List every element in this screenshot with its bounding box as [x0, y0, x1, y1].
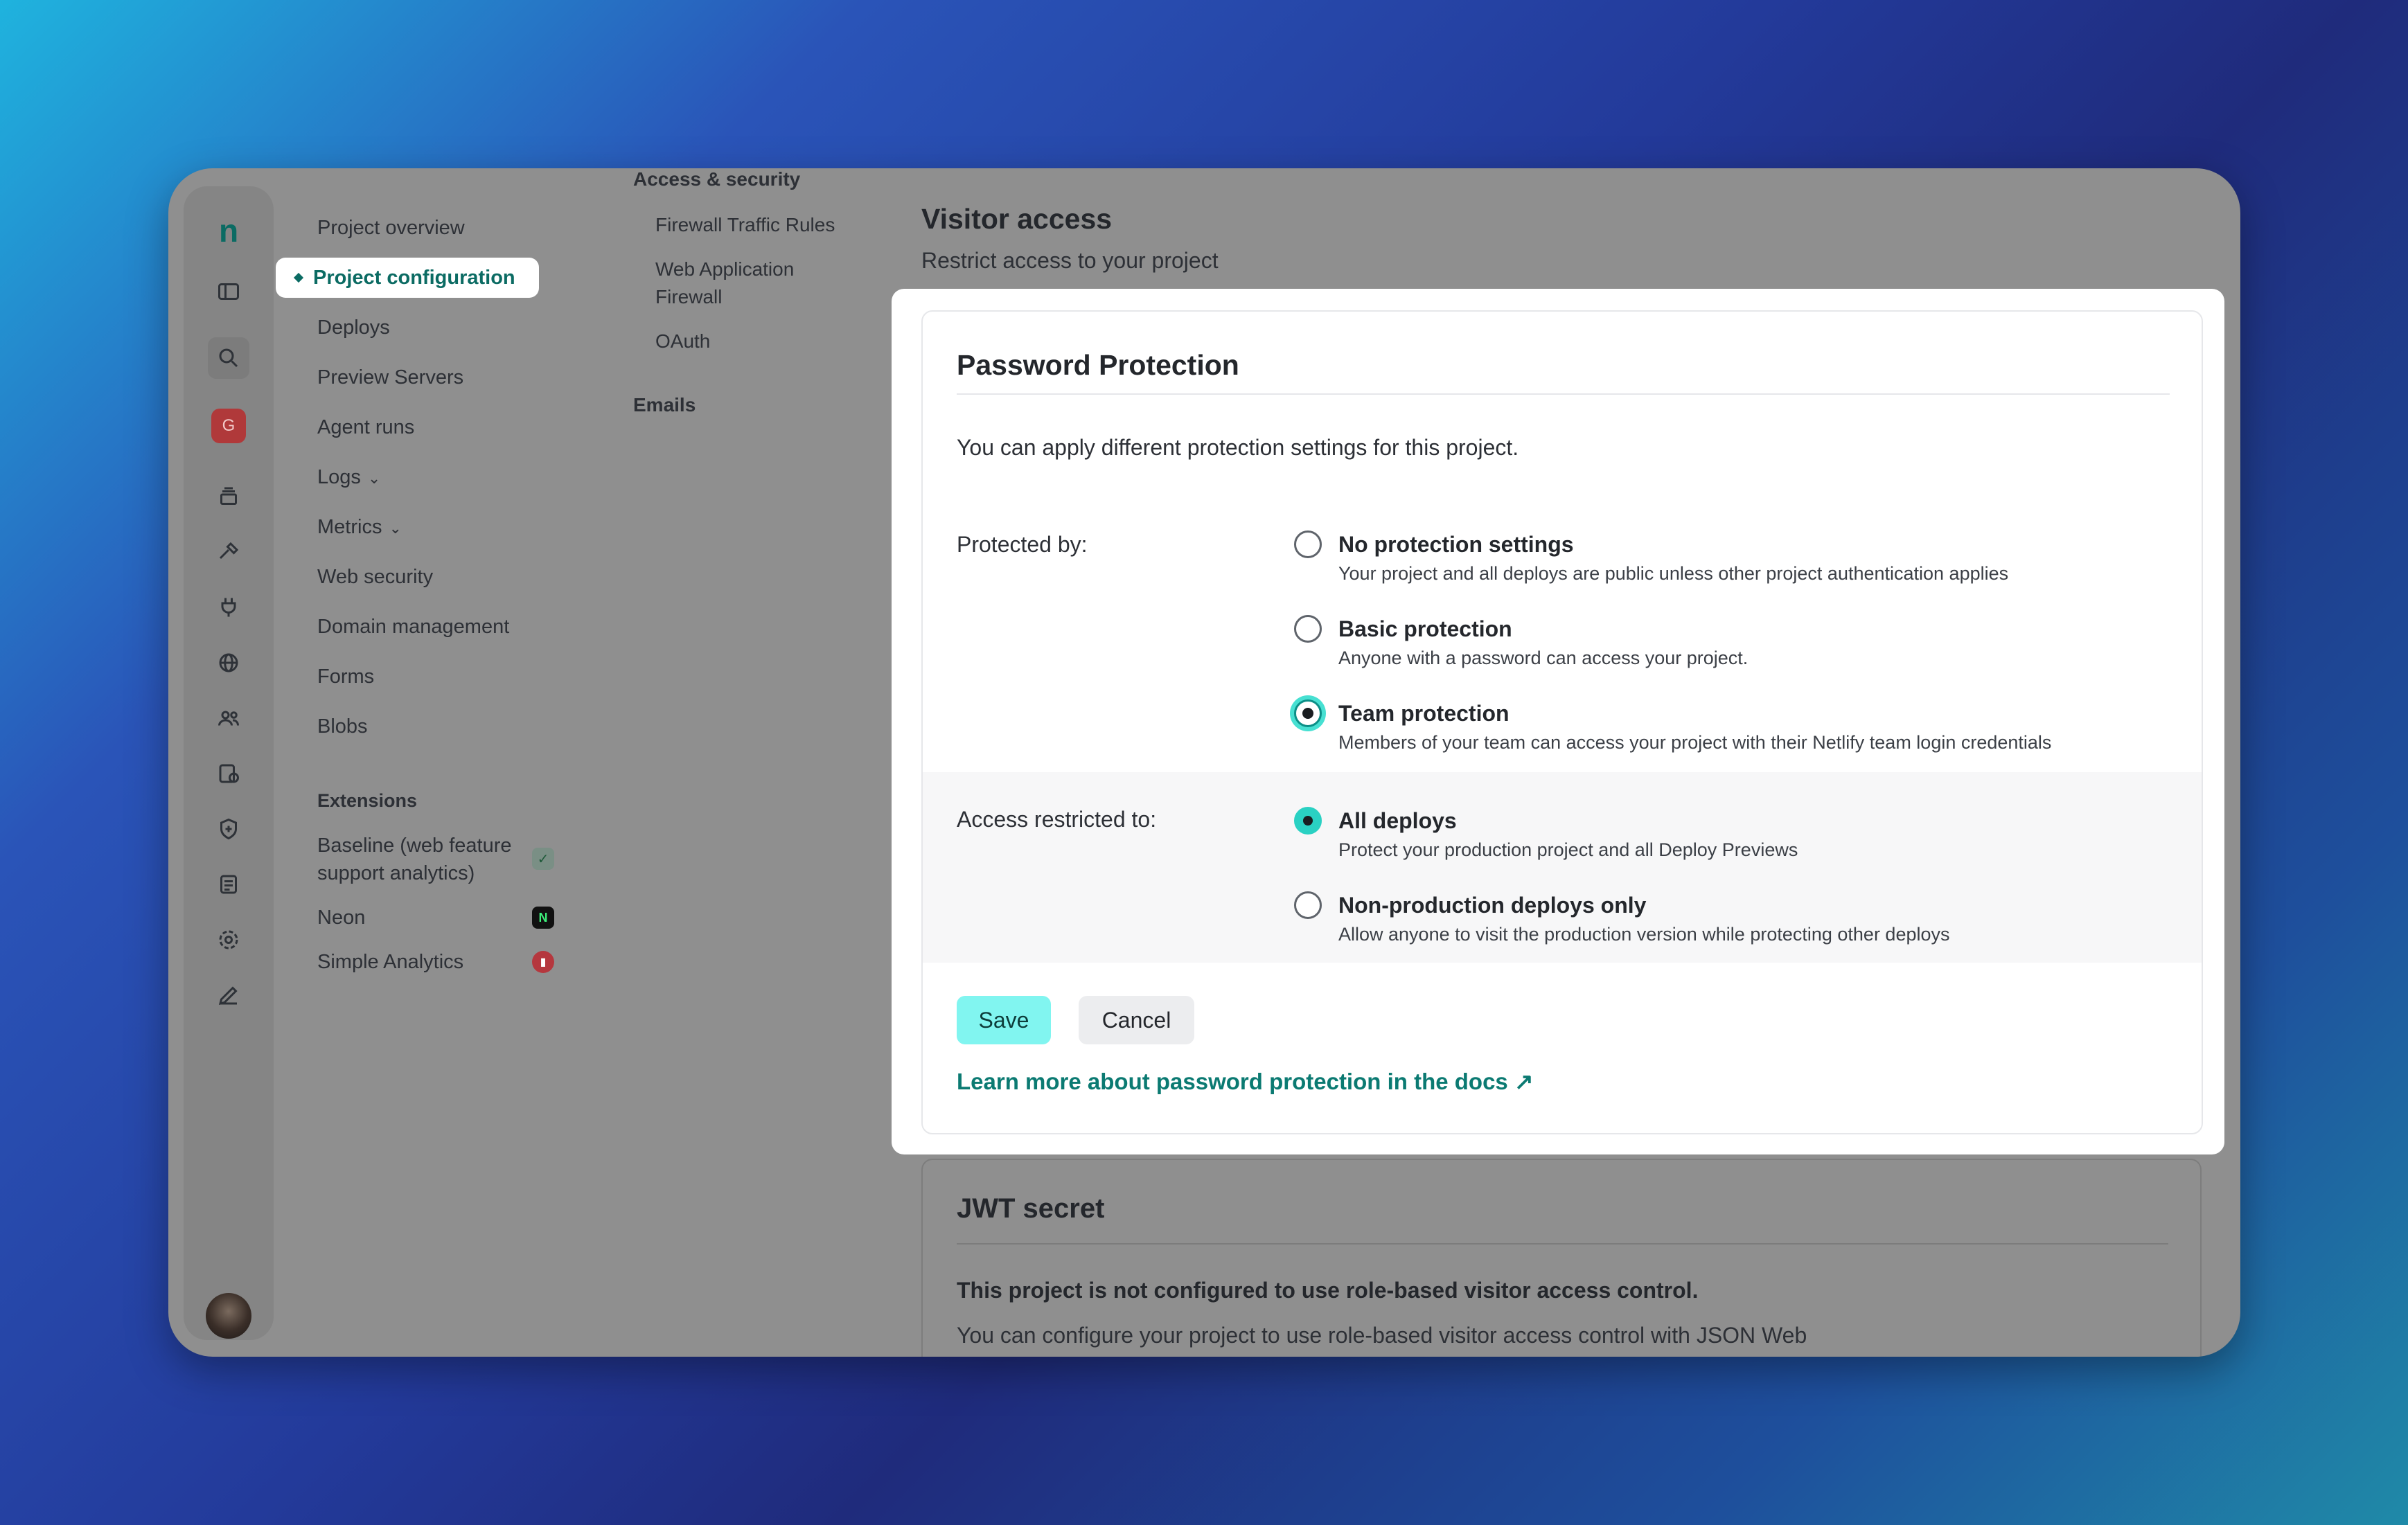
sidebar-toggle-icon[interactable]	[208, 271, 249, 312]
globe-icon[interactable]	[208, 642, 249, 684]
radio-basic-protection[interactable]: Basic protection Anyone with a password …	[1294, 615, 1748, 670]
section-emails[interactable]: Emails	[633, 394, 696, 416]
section-access-security: Access & security	[633, 168, 801, 190]
password-protection-modal: Password Protection You can apply differ…	[892, 289, 2224, 1154]
extension-simple-analytics[interactable]: Simple Analytics	[317, 948, 463, 976]
team-initial: G	[222, 416, 236, 435]
team-avatar[interactable]: G	[211, 409, 246, 443]
hammer-icon[interactable]	[208, 531, 249, 573]
neon-logo-icon: N	[532, 907, 554, 929]
users-icon[interactable]	[208, 697, 249, 739]
extensions-heading: Extensions	[317, 790, 418, 811]
chevron-down-icon: ⌄	[389, 519, 402, 537]
nav-metrics[interactable]: Metrics ⌄	[317, 516, 402, 539]
nav-deploys[interactable]: Deploys	[317, 316, 390, 339]
nav-web-security[interactable]: Web security	[317, 566, 433, 589]
radio-circle[interactable]	[1294, 530, 1322, 558]
nav-project-configuration[interactable]: Project configuration	[276, 258, 539, 298]
nav-logs[interactable]: Logs ⌄	[317, 466, 380, 489]
netlify-logo-icon[interactable]: n	[208, 210, 249, 251]
radio-circle-selected[interactable]	[1294, 699, 1322, 727]
option-description: Anyone with a password can access your p…	[1338, 648, 1749, 668]
modal-intro: You can apply different protection setti…	[957, 435, 1519, 460]
active-indicator-icon	[293, 272, 304, 283]
option-title: Basic protection	[1338, 616, 1512, 641]
chevron-down-icon: ⌄	[367, 470, 381, 487]
subnav-firewall-traffic-rules[interactable]: Firewall Traffic Rules	[655, 211, 835, 239]
divider	[957, 1243, 2168, 1245]
nav-domain-management[interactable]: Domain management	[317, 616, 509, 639]
divider	[957, 393, 2170, 395]
cancel-button[interactable]: Cancel	[1079, 996, 1194, 1044]
option-title: Non-production deploys only	[1338, 893, 1647, 918]
simple-analytics-logo-icon: ▮	[532, 951, 554, 973]
extension-baseline[interactable]: Baseline (web feature support analytics)	[317, 832, 525, 887]
radio-all-deploys[interactable]: All deploys Protect your production proj…	[1294, 807, 1798, 862]
option-title: All deploys	[1338, 808, 1457, 833]
jwt-description: You can configure your project to use ro…	[957, 1323, 1807, 1348]
protected-by-label: Protected by:	[957, 532, 1088, 557]
layers-icon[interactable]	[208, 476, 249, 517]
nav-forms[interactable]: Forms	[317, 666, 374, 688]
radio-circle[interactable]	[1294, 615, 1322, 643]
save-button[interactable]: Save	[957, 996, 1051, 1044]
plug-icon[interactable]	[208, 587, 249, 628]
option-description: Your project and all deploys are public …	[1338, 563, 2009, 584]
pencil-icon[interactable]	[208, 974, 249, 1016]
nav-logs-label: Logs	[317, 466, 361, 488]
jwt-title: JWT secret	[957, 1193, 1105, 1224]
radio-circle-selected[interactable]	[1294, 807, 1322, 835]
option-description: Protect your production project and all …	[1338, 839, 1798, 860]
option-title: Team protection	[1338, 701, 1510, 726]
app-window: n G Project overview Project configurati…	[168, 168, 2240, 1357]
subnav-web-application-firewall[interactable]: Web Application Firewall	[655, 256, 822, 311]
jwt-notice: This project is not configured to use ro…	[957, 1278, 1699, 1303]
access-restriction-section: Access restricted to: All deploys Protec…	[923, 772, 2202, 963]
radio-team-protection[interactable]: Team protection Members of your team can…	[1294, 699, 2051, 755]
jwt-secret-card: JWT secret This project is not configure…	[921, 1159, 2202, 1357]
radio-non-production[interactable]: Non-production deploys only Allow anyone…	[1294, 891, 1950, 947]
option-title: No protection settings	[1338, 532, 1574, 557]
shield-icon[interactable]	[208, 808, 249, 850]
icon-rail: n G	[184, 186, 274, 1340]
modal-title: Password Protection	[957, 349, 1239, 381]
nav-blobs[interactable]: Blobs	[317, 715, 368, 738]
nav-metrics-label: Metrics	[317, 516, 382, 538]
access-restricted-label: Access restricted to:	[957, 807, 1157, 832]
page-title: Visitor access	[921, 203, 1113, 235]
audit-log-icon[interactable]	[208, 864, 249, 905]
usage-icon[interactable]	[208, 753, 249, 794]
extension-neon[interactable]: Neon	[317, 904, 365, 931]
nav-agent-runs[interactable]: Agent runs	[317, 416, 414, 439]
nav-project-configuration-label: Project configuration	[313, 266, 515, 289]
gear-icon[interactable]	[208, 919, 249, 961]
subnav-oauth[interactable]: OAuth	[655, 328, 710, 355]
option-description: Members of your team can access your pro…	[1338, 732, 2052, 753]
option-description: Allow anyone to visit the production ver…	[1338, 924, 1950, 945]
docs-link[interactable]: Learn more about password protection in …	[957, 1068, 1534, 1095]
radio-no-protection[interactable]: No protection settings Your project and …	[1294, 530, 2008, 586]
page-subtitle: Restrict access to your project	[921, 248, 1219, 273]
nav-project-overview[interactable]: Project overview	[317, 217, 465, 240]
password-protection-card: Password Protection You can apply differ…	[921, 310, 2203, 1134]
nav-preview-servers[interactable]: Preview Servers	[317, 366, 463, 389]
radio-circle[interactable]	[1294, 891, 1322, 919]
logo-glyph: n	[218, 213, 239, 249]
check-icon: ✓	[532, 848, 554, 870]
user-avatar[interactable]	[206, 1293, 251, 1339]
search-icon[interactable]	[208, 337, 249, 379]
